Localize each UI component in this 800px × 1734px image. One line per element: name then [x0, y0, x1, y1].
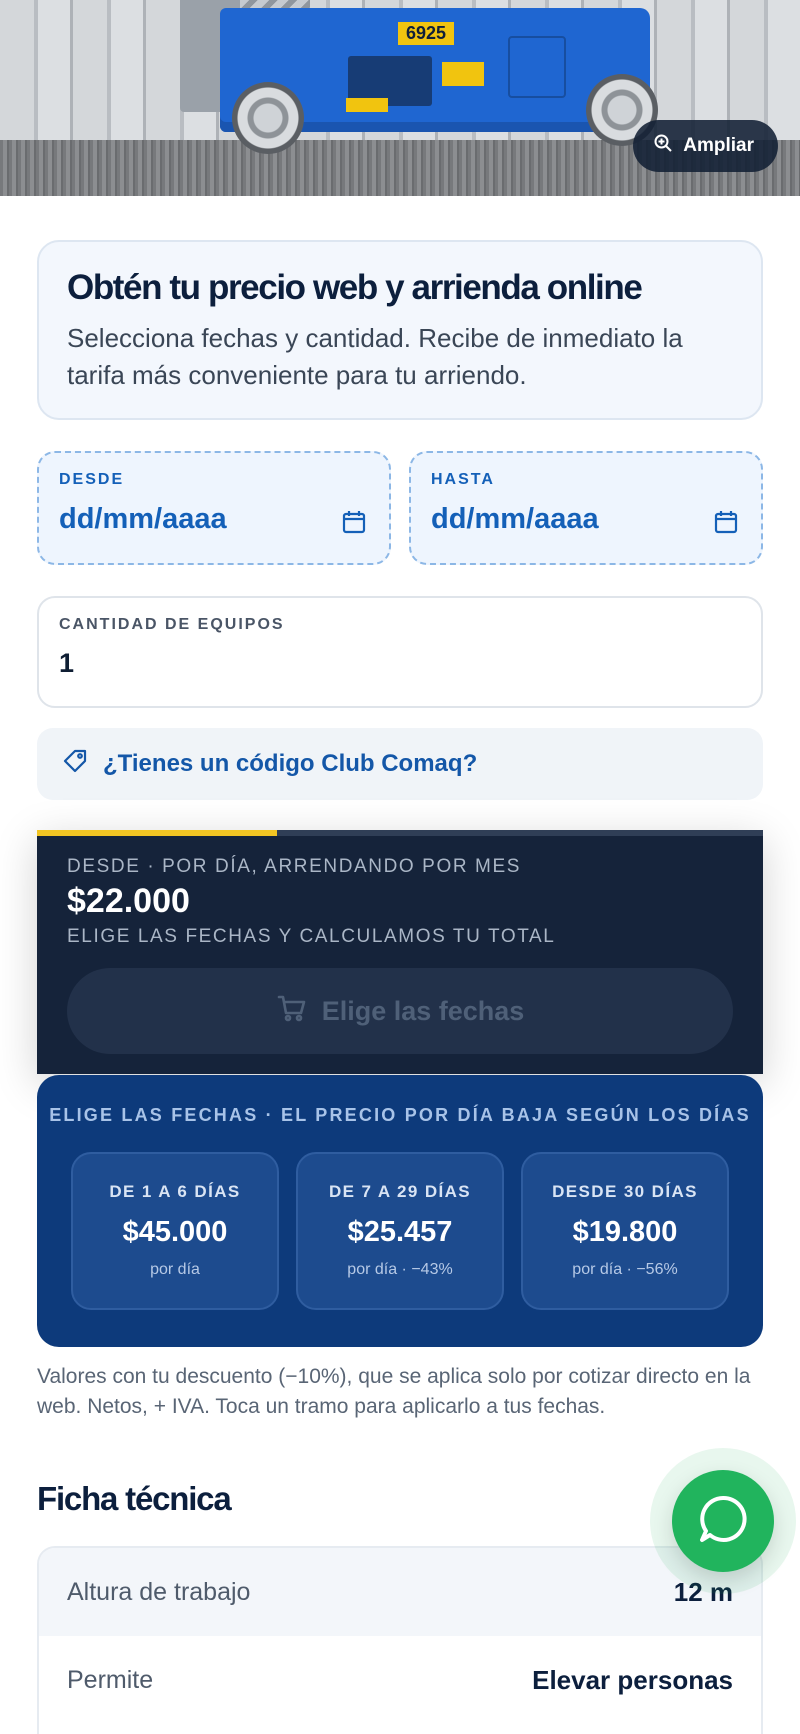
date-from-label: DESDE — [59, 471, 125, 488]
intro-description: Selecciona fechas y cantidad. Recibe de … — [67, 323, 683, 390]
tier-range: DESDE 30 DÍAS — [552, 1182, 698, 1201]
quantity-label: CANTIDAD DE EQUIPOS — [59, 616, 285, 633]
spec-key: Permite — [67, 1665, 154, 1694]
tier-price: $25.457 — [347, 1216, 453, 1248]
product-image: 6925 Ampliar — [0, 0, 800, 196]
spec-row: Permite Elevar personas — [39, 1636, 761, 1724]
calendar-icon[interactable] — [341, 509, 367, 535]
date-from-input[interactable]: dd/mm/aaaa — [59, 503, 369, 536]
tier-per: por día · −56% — [572, 1261, 678, 1278]
intro-title: Obtén tu precio web y arrienda online — [67, 268, 643, 307]
whatsapp-button[interactable] — [672, 1470, 774, 1572]
tier-card[interactable]: DE 7 A 29 DÍAS $25.457 por día · −43% — [296, 1152, 504, 1310]
spec-row: Altura de trabajo 12 m — [39, 1548, 761, 1636]
specs-title: Ficha técnica — [37, 1480, 232, 1517]
tier-price: $45.000 — [122, 1216, 228, 1248]
price-progress-fill — [37, 830, 277, 836]
tier-per: por día · −43% — [347, 1261, 453, 1278]
price-hint: ELIGE LAS FECHAS Y CALCULAMOS TU TOTAL — [67, 926, 556, 947]
zoom-in-icon — [653, 133, 673, 159]
date-to-input[interactable]: dd/mm/aaaa — [431, 503, 741, 536]
date-to-field[interactable]: HASTA dd/mm/aaaa — [409, 451, 763, 565]
quantity-field[interactable]: CANTIDAD DE EQUIPOS 1 — [37, 596, 763, 708]
tier-per: por día — [150, 1261, 200, 1278]
date-from-field[interactable]: DESDE dd/mm/aaaa — [37, 451, 391, 565]
tier-card[interactable]: DESDE 30 DÍAS $19.800 por día · −56% — [521, 1152, 729, 1310]
wheel-icon — [232, 82, 304, 154]
price-amount: $22.000 — [67, 882, 190, 920]
promo-code-label: ¿Tienes un código Club Comaq? — [103, 750, 478, 777]
tier-range: DE 1 A 6 DÍAS — [109, 1182, 241, 1201]
price-footnote: Valores con tu descuento (−10%), que se … — [37, 1365, 751, 1418]
whatsapp-icon — [696, 1492, 750, 1551]
choose-dates-button[interactable]: Elige las fechas — [67, 968, 733, 1054]
spec-value: 12 m — [673, 1576, 733, 1607]
spec-value: Elevar personas — [532, 1664, 733, 1695]
zoom-button-label: Ampliar — [683, 135, 754, 156]
price-progress-bar — [37, 830, 763, 836]
intro-card: Obtén tu precio web y arrienda online Se… — [37, 240, 763, 420]
tier-price: $19.800 — [572, 1216, 678, 1248]
price-from-label: DESDE · POR DÍA, ARRENDANDO POR MES — [67, 856, 522, 877]
choose-dates-label: Elige las fechas — [321, 995, 525, 1026]
tier-card[interactable]: DE 1 A 6 DÍAS $45.000 por día — [71, 1152, 279, 1310]
scissor-lift-illustration: 6925 — [180, 0, 658, 154]
quantity-input[interactable]: 1 — [59, 648, 741, 679]
machine-number: 6925 — [398, 22, 455, 45]
specs-table: Altura de trabajo 12 m Permite Elevar pe… — [37, 1546, 763, 1734]
price-tiers: ELIGE LAS FECHAS · EL PRECIO POR DÍA BAJ… — [37, 1075, 763, 1347]
price-summary: DESDE · POR DÍA, ARRENDANDO POR MES $22.… — [37, 830, 763, 1074]
cart-icon — [276, 992, 308, 1031]
date-to-label: HASTA — [431, 471, 495, 488]
promo-code-toggle[interactable]: ¿Tienes un código Club Comaq? — [37, 728, 763, 800]
tag-icon — [61, 747, 89, 782]
zoom-button[interactable]: Ampliar — [633, 120, 778, 172]
tiers-title: ELIGE LAS FECHAS · EL PRECIO POR DÍA BAJ… — [49, 1105, 751, 1125]
spec-key: Altura de trabajo — [67, 1577, 251, 1606]
tier-range: DE 7 A 29 DÍAS — [328, 1182, 472, 1201]
calendar-icon[interactable] — [713, 509, 739, 535]
